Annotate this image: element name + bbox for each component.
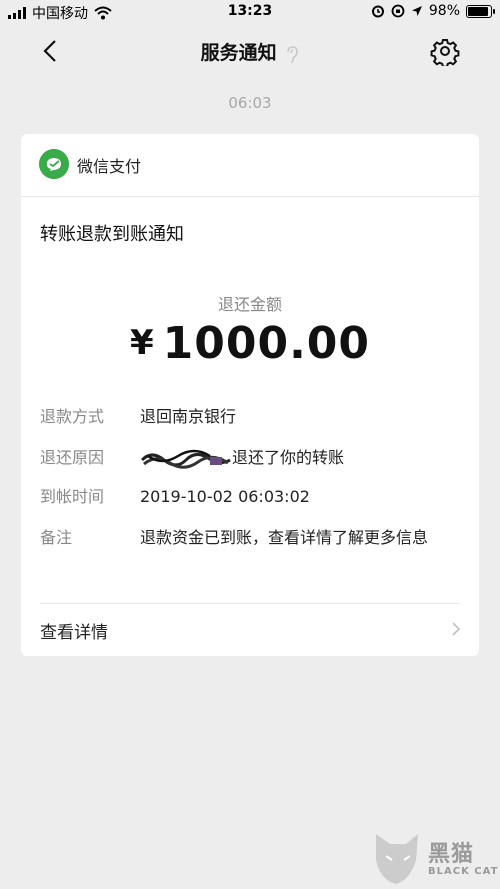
field-value: 退还了你的转账 bbox=[232, 448, 345, 467]
nav-bar: 服务通知 bbox=[0, 24, 500, 78]
settings-icon[interactable] bbox=[430, 36, 460, 66]
view-details-label: 查看详情 bbox=[40, 623, 108, 643]
amount-label: 退还金额 bbox=[217, 295, 282, 314]
page-title-text: 服务通知 bbox=[200, 42, 277, 64]
page-title: 服务通知 bbox=[0, 38, 500, 65]
field-key: 备注 bbox=[40, 528, 73, 547]
ear-icon bbox=[287, 45, 299, 63]
field-value: 2019-10-02 06:03:02 bbox=[140, 487, 310, 506]
notification-title: 转账退款到账通知 bbox=[40, 224, 184, 245]
battery-percent: 98% bbox=[428, 3, 460, 19]
field-key: 退款方式 bbox=[40, 407, 105, 426]
field-value: 退款资金已到账，查看详情了解更多信息 bbox=[140, 528, 429, 547]
field-value-container: 退还了你的转账 bbox=[140, 447, 470, 470]
alarm-icon bbox=[371, 5, 384, 18]
notification-card: 微信支付 转账退款到账通知 退还金额 ¥1000.00 退款方式 退回南京银行 … bbox=[21, 134, 479, 656]
watermark-subtitle: BLACK CAT bbox=[428, 866, 499, 877]
location-icon bbox=[411, 6, 422, 16]
card-header[interactable]: 微信支付 bbox=[21, 134, 479, 197]
orientation-lock-icon bbox=[391, 4, 405, 18]
field-value: 退回南京银行 bbox=[140, 407, 237, 426]
watermark-title: 黑猫 bbox=[428, 842, 475, 867]
redaction-scribble bbox=[140, 449, 231, 469]
wechat-pay-logo-icon bbox=[39, 149, 69, 179]
amount-value: ¥1000.00 bbox=[21, 318, 479, 369]
status-bar: 中国移动 13:23 98% bbox=[0, 0, 500, 24]
message-timestamp: 06:03 bbox=[228, 94, 272, 112]
amount-number: 1000.00 bbox=[162, 318, 371, 369]
status-right: 98% bbox=[371, 3, 495, 19]
sender-name: 微信支付 bbox=[77, 157, 142, 176]
view-details-link[interactable]: 查看详情 bbox=[21, 604, 479, 656]
field-key: 到帐时间 bbox=[40, 487, 105, 506]
currency-symbol: ¥ bbox=[129, 323, 155, 363]
field-key: 退还原因 bbox=[40, 448, 105, 467]
battery-icon bbox=[466, 4, 495, 18]
chevron-right-icon bbox=[452, 622, 461, 636]
